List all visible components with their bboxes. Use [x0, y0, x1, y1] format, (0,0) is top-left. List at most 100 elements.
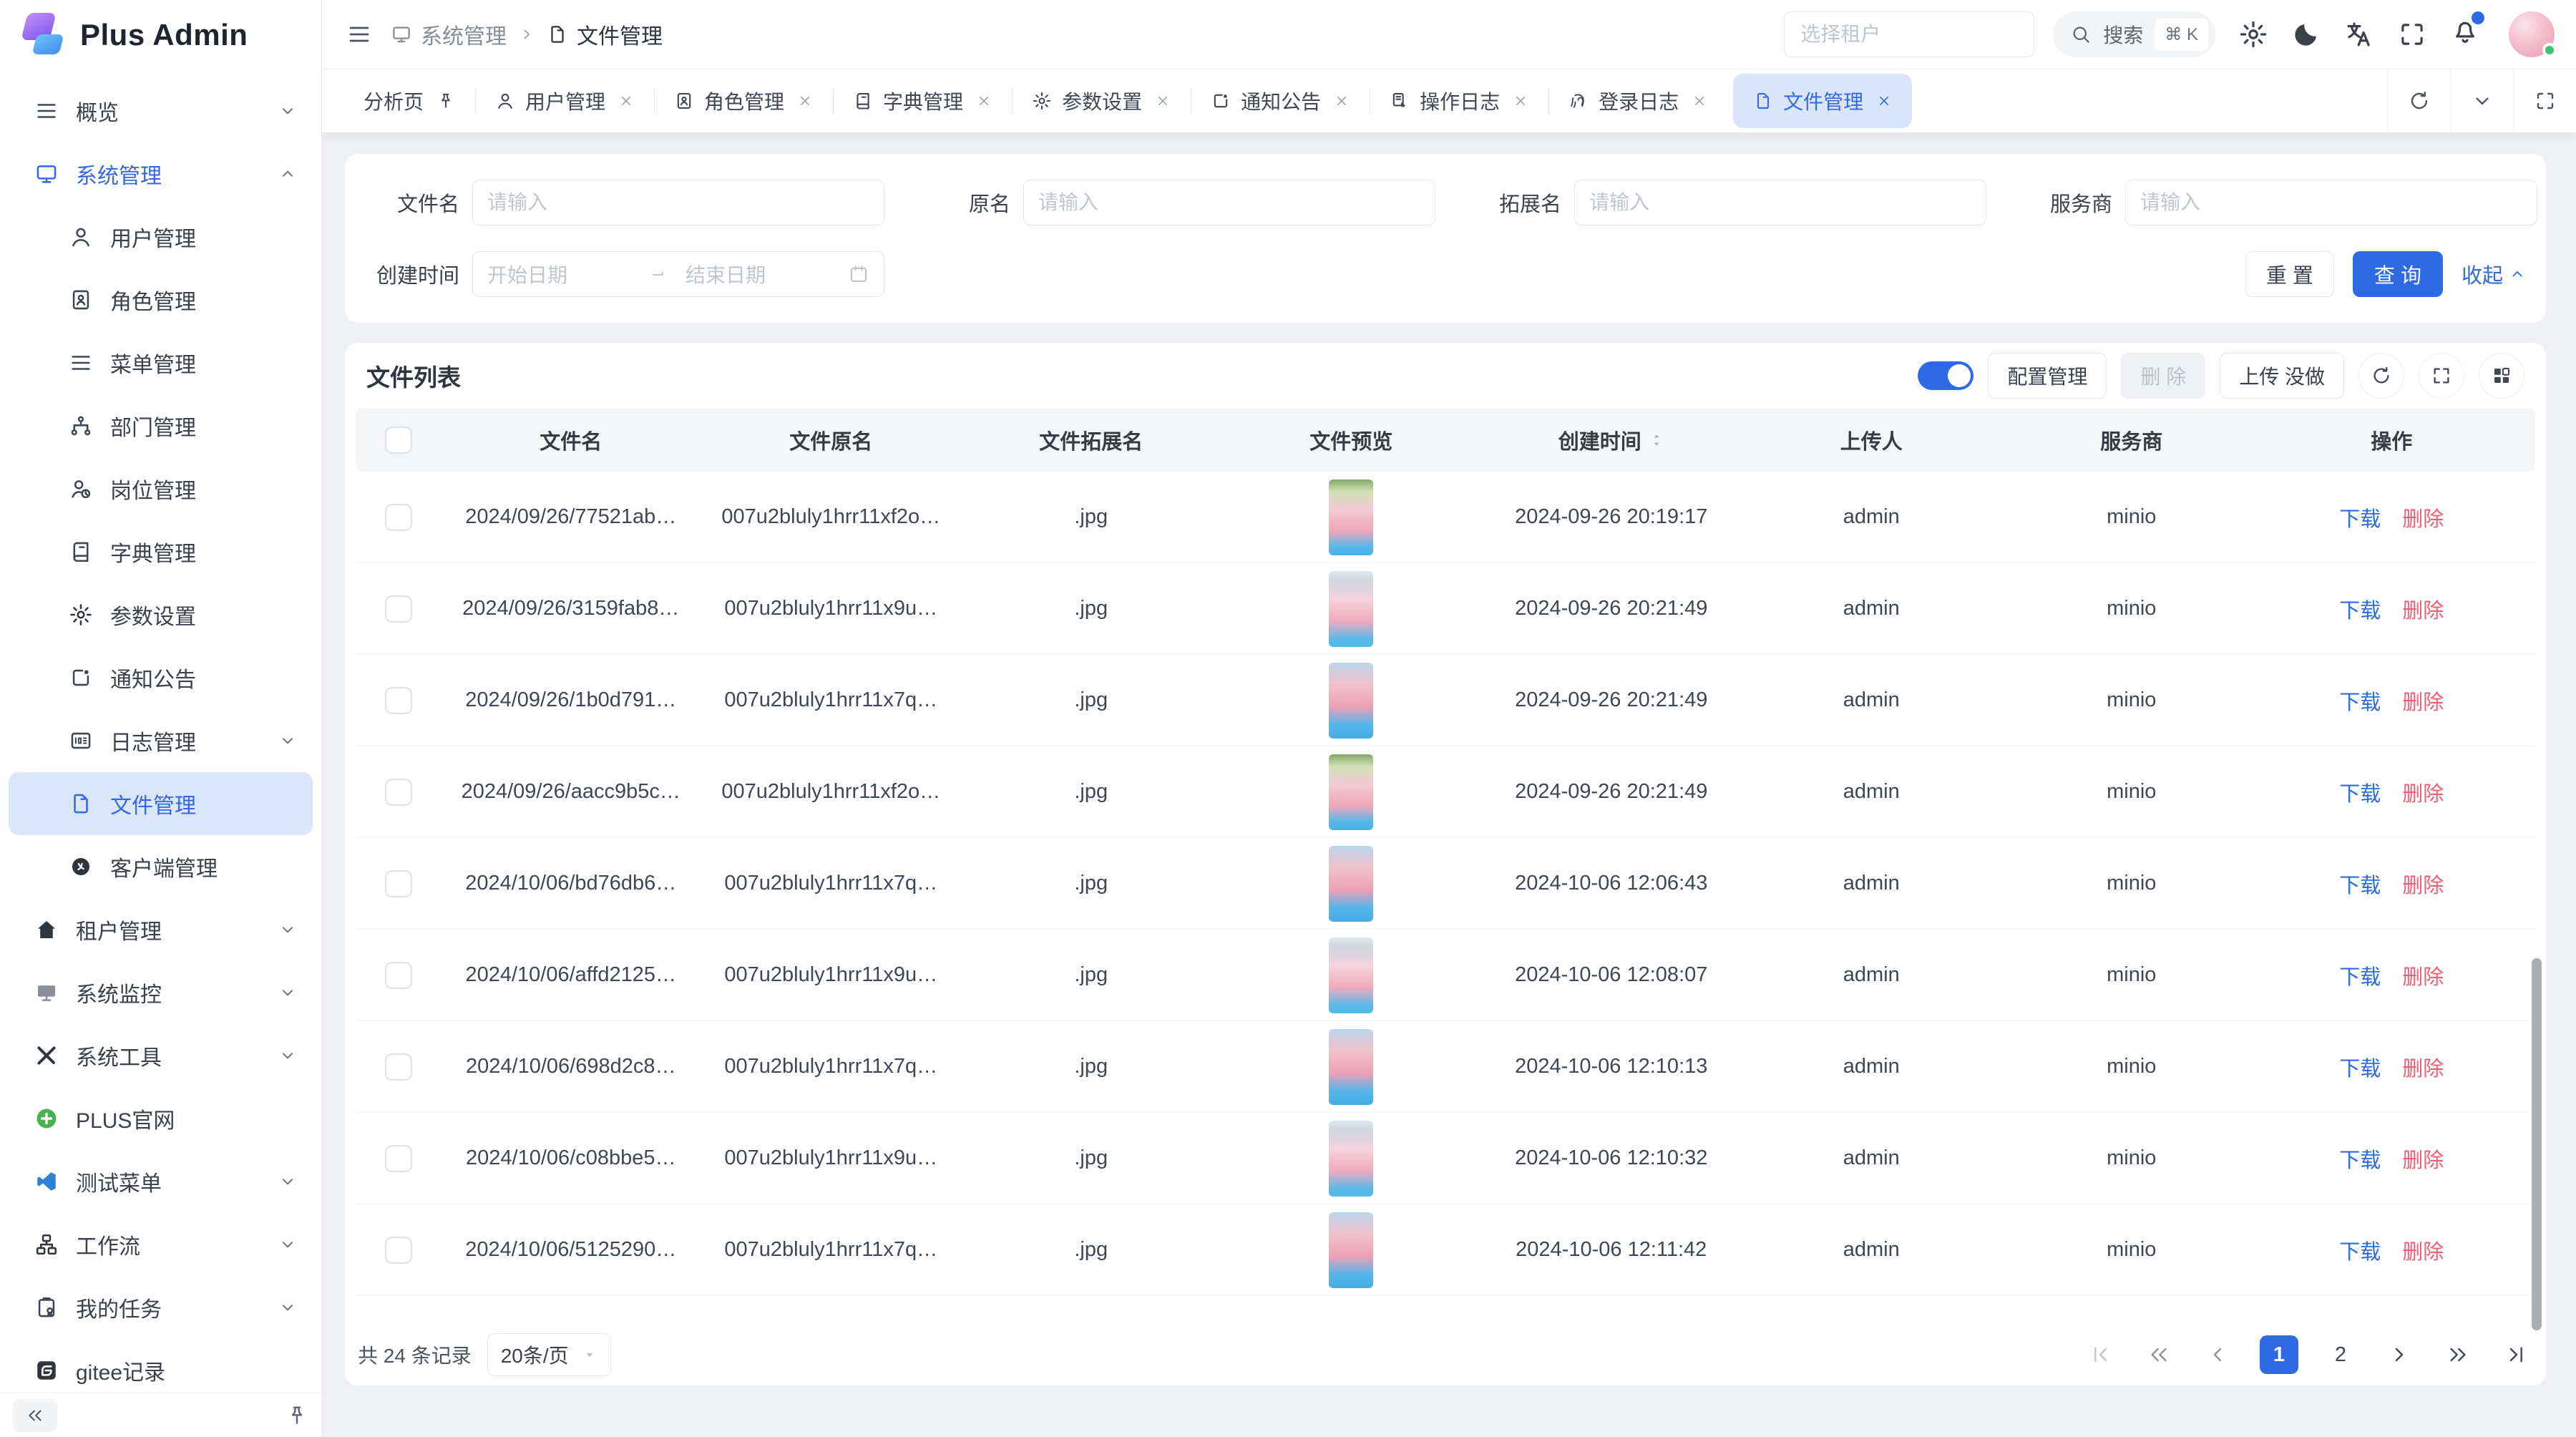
row-checkbox[interactable] — [385, 1145, 412, 1172]
delete-button[interactable]: 删 除 — [2121, 353, 2205, 399]
tab-menu-icon[interactable] — [2450, 69, 2513, 132]
sort-icon[interactable] — [1649, 432, 1664, 448]
refresh-table-icon[interactable] — [2358, 353, 2404, 399]
last-page-icon[interactable] — [2500, 1338, 2533, 1371]
sidebar-item-param-settings[interactable]: 参数设置 — [9, 583, 313, 646]
tab-notice[interactable]: 通知公告 — [1191, 69, 1370, 132]
close-icon[interactable] — [1334, 93, 1350, 109]
breadcrumb-item-file[interactable]: 文件管理 — [547, 19, 663, 50]
select-all-checkbox[interactable] — [385, 427, 412, 454]
sidebar-toggle-icon[interactable] — [346, 21, 372, 47]
page-2-button[interactable]: 2 — [2324, 1338, 2357, 1371]
file-preview-image[interactable] — [1329, 937, 1373, 1013]
delete-link[interactable]: 删除 — [2402, 502, 2444, 532]
close-icon[interactable] — [1876, 93, 1892, 109]
prev-jump-icon[interactable] — [2142, 1338, 2175, 1371]
row-checkbox[interactable] — [385, 870, 412, 897]
file-preview-image[interactable] — [1329, 754, 1373, 830]
file-preview-image[interactable] — [1329, 571, 1373, 647]
upload-button[interactable]: 上传 没做 — [2220, 353, 2344, 399]
pin-icon[interactable] — [436, 92, 455, 110]
dark-mode-icon[interactable] — [2291, 19, 2321, 49]
file-preview-image[interactable] — [1329, 1029, 1373, 1105]
delete-link[interactable]: 删除 — [2402, 594, 2444, 624]
page-1-button[interactable]: 1 — [2260, 1335, 2298, 1374]
download-link[interactable]: 下载 — [2339, 686, 2381, 716]
tab-refresh-icon[interactable] — [2387, 69, 2450, 132]
tab-dict-mgmt[interactable]: 字典管理 — [833, 69, 1012, 132]
notifications-button[interactable] — [2450, 16, 2480, 53]
download-link[interactable]: 下载 — [2339, 1052, 2381, 1082]
original-name-input[interactable] — [1023, 180, 1435, 225]
close-icon[interactable] — [797, 93, 813, 109]
row-checkbox[interactable] — [385, 962, 412, 989]
column-settings-icon[interactable] — [2479, 353, 2524, 399]
first-page-icon[interactable] — [2084, 1338, 2117, 1371]
row-checkbox[interactable] — [385, 504, 412, 531]
tab-param-settings[interactable]: 参数设置 — [1012, 69, 1191, 132]
delete-link[interactable]: 删除 — [2402, 686, 2444, 716]
download-link[interactable]: 下载 — [2339, 1235, 2381, 1265]
tab-role-mgmt[interactable]: 角色管理 — [654, 69, 833, 132]
config-manage-button[interactable]: 配置管理 — [1988, 353, 2107, 399]
expand-table-icon[interactable] — [2419, 353, 2464, 399]
download-link[interactable]: 下载 — [2339, 960, 2381, 990]
sidebar-item-tenant-mgmt[interactable]: 租户管理 — [9, 898, 313, 961]
breadcrumb-item-system[interactable]: 系统管理 — [391, 19, 507, 50]
download-link[interactable]: 下载 — [2339, 777, 2381, 807]
prev-page-icon[interactable] — [2201, 1338, 2234, 1371]
sidebar-item-user-mgmt[interactable]: 用户管理 — [9, 205, 313, 268]
row-checkbox[interactable] — [385, 1053, 412, 1081]
date-range-input[interactable]: 开始日期 结束日期 — [472, 251, 884, 297]
download-link[interactable]: 下载 — [2339, 594, 2381, 624]
sidebar-item-log-mgmt[interactable]: 日志管理 — [9, 709, 313, 772]
global-search[interactable]: 搜索 ⌘ K — [2053, 11, 2215, 57]
close-icon[interactable] — [976, 93, 992, 109]
sidebar-item-my-tasks[interactable]: 我的任务 — [9, 1276, 313, 1339]
sidebar-item-test-menu[interactable]: 测试菜单 — [9, 1150, 313, 1213]
content-fullscreen-icon[interactable] — [2513, 69, 2576, 132]
row-checkbox[interactable] — [385, 1237, 412, 1264]
file-preview-image[interactable] — [1329, 846, 1373, 922]
close-icon[interactable] — [1513, 93, 1528, 109]
tab-file-mgmt[interactable]: 文件管理 — [1733, 74, 1912, 128]
sidebar-item-post-mgmt[interactable]: 岗位管理 — [9, 457, 313, 520]
close-icon[interactable] — [618, 93, 634, 109]
sidebar-item-gitee-log[interactable]: gitee记录 — [9, 1339, 313, 1393]
app-logo[interactable]: Plus Admin — [0, 0, 321, 69]
sidebar-item-overview[interactable]: 概览 — [9, 79, 313, 142]
sidebar-item-system-monitor[interactable]: 系统监控 — [9, 961, 313, 1024]
page-size-select[interactable]: 20条/页 — [487, 1333, 611, 1376]
close-icon[interactable] — [1692, 93, 1707, 109]
sidebar-item-system-tools[interactable]: 系统工具 — [9, 1024, 313, 1087]
next-jump-icon[interactable] — [2441, 1338, 2474, 1371]
search-toggle[interactable] — [1918, 361, 1974, 390]
tab-analysis[interactable]: 分析页 — [343, 69, 475, 132]
download-link[interactable]: 下载 — [2339, 502, 2381, 532]
avatar[interactable] — [2509, 11, 2555, 57]
sidebar-item-system-mgmt[interactable]: 系统管理 — [9, 142, 313, 205]
query-button[interactable]: 查 询 — [2353, 251, 2443, 297]
close-icon[interactable] — [1155, 93, 1171, 109]
download-link[interactable]: 下载 — [2339, 1144, 2381, 1174]
filename-input[interactable] — [472, 180, 884, 225]
provider-input[interactable] — [2125, 180, 2537, 225]
next-page-icon[interactable] — [2383, 1338, 2416, 1371]
tab-op-log[interactable]: 操作日志 — [1370, 69, 1548, 132]
sidebar-pin-icon[interactable] — [286, 1404, 308, 1427]
fullscreen-icon[interactable] — [2397, 19, 2427, 49]
file-preview-image[interactable] — [1329, 1212, 1373, 1288]
tenant-select-input[interactable] — [1784, 11, 2034, 57]
extension-input[interactable] — [1574, 180, 1986, 225]
row-checkbox[interactable] — [385, 595, 412, 623]
table-scrollbar-thumb[interactable] — [2532, 958, 2542, 1330]
delete-link[interactable]: 删除 — [2402, 1144, 2444, 1174]
settings-icon[interactable] — [2238, 19, 2268, 49]
tab-user-mgmt[interactable]: 用户管理 — [475, 69, 654, 132]
sidebar-collapse-button[interactable] — [13, 1399, 57, 1432]
file-preview-image[interactable] — [1329, 663, 1373, 739]
delete-link[interactable]: 删除 — [2402, 1052, 2444, 1082]
delete-link[interactable]: 删除 — [2402, 960, 2444, 990]
sidebar-item-dict-mgmt[interactable]: 字典管理 — [9, 520, 313, 583]
sidebar-item-workflow[interactable]: 工作流 — [9, 1213, 313, 1276]
